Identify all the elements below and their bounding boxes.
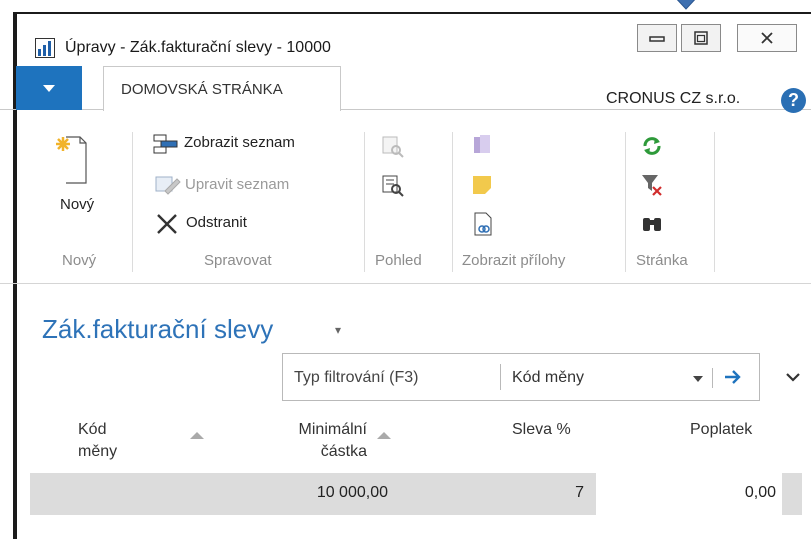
new-button[interactable]: Nový xyxy=(60,196,94,213)
cell-discount[interactable]: 7 xyxy=(540,484,584,502)
cell-fee[interactable]: 0,00 xyxy=(690,484,776,502)
filter-field-select[interactable]: Kód měny xyxy=(512,369,584,387)
view-list-icon[interactable] xyxy=(382,175,404,197)
minimize-icon xyxy=(649,36,665,42)
clear-filter-icon[interactable] xyxy=(641,174,663,196)
column-header-fee[interactable]: Poplatek xyxy=(690,419,752,441)
ribbon-separator xyxy=(714,132,715,272)
maximize-button[interactable] xyxy=(681,24,721,52)
ribbon-separator xyxy=(364,132,365,272)
group-label-attachments: Zobrazit přílohy xyxy=(462,252,566,269)
view-icon xyxy=(382,136,404,158)
expand-chevron-icon[interactable] xyxy=(786,372,800,382)
group-label-page: Stránka xyxy=(636,252,688,269)
tab-home[interactable]: DOMOVSKÁ STRÁNKA xyxy=(103,66,341,111)
close-button[interactable] xyxy=(737,24,797,52)
column-header-currency-line1: Kód xyxy=(78,421,107,438)
column-header-currency[interactable]: Kód měny xyxy=(78,419,117,463)
chevron-down-icon xyxy=(43,85,55,92)
tab-home-label: DOMOVSKÁ STRÁNKA xyxy=(121,81,283,98)
ribbon-separator xyxy=(452,132,453,272)
window-title: Úpravy - Zák.fakturační slevy - 10000 xyxy=(65,39,331,56)
chevron-down-icon[interactable] xyxy=(693,376,703,382)
delete-button[interactable]: Odstranit xyxy=(186,214,247,231)
new-document-icon xyxy=(56,136,87,184)
ribbon-separator xyxy=(625,132,626,272)
delete-icon xyxy=(157,214,177,234)
company-name[interactable]: CRONUS CZ s.r.o. xyxy=(606,90,740,108)
sort-icon xyxy=(190,432,204,439)
group-label-manage: Spravovat xyxy=(204,252,272,269)
edit-list-icon xyxy=(155,176,181,195)
filter-bar: Typ filtrování (F3) Kód měny xyxy=(282,353,760,401)
column-header-discount[interactable]: Sleva % xyxy=(512,419,571,441)
ribbon-separator xyxy=(132,132,133,272)
column-header-min-amount-line2: částka xyxy=(320,443,367,460)
filter-divider xyxy=(712,368,713,388)
title-dropdown-icon[interactable]: ▾ xyxy=(335,323,341,337)
cell-min-amount[interactable]: 10 000,00 xyxy=(260,484,388,502)
arrow-right-icon[interactable] xyxy=(723,367,743,387)
column-header-currency-line2: měny xyxy=(78,443,118,460)
links-icon[interactable] xyxy=(473,212,493,236)
refresh-icon[interactable] xyxy=(641,135,663,157)
show-list-button[interactable]: Zobrazit seznam xyxy=(184,134,295,151)
column-header-min-amount[interactable]: Minimální částka xyxy=(258,419,367,463)
minimize-button[interactable] xyxy=(637,24,677,52)
app-menu-button[interactable] xyxy=(16,66,82,110)
restore-icon xyxy=(694,31,708,45)
pointer-marker-icon xyxy=(676,0,696,10)
group-label-new: Nový xyxy=(62,252,97,269)
close-icon xyxy=(761,32,773,44)
page-title: Zák.fakturační slevy xyxy=(42,314,274,344)
edit-list-button[interactable]: Upravit seznam xyxy=(185,176,289,193)
group-label-view: Pohled xyxy=(375,252,422,269)
note-icon xyxy=(473,176,491,194)
onenote-icon xyxy=(474,135,490,153)
find-icon[interactable] xyxy=(641,214,663,234)
sort-icon xyxy=(377,432,391,439)
filter-input[interactable]: Typ filtrování (F3) xyxy=(294,369,418,387)
show-list-icon xyxy=(153,134,178,154)
column-header-min-amount-line1: Minimální xyxy=(298,421,367,438)
app-icon xyxy=(35,38,55,58)
filter-divider xyxy=(500,364,501,390)
